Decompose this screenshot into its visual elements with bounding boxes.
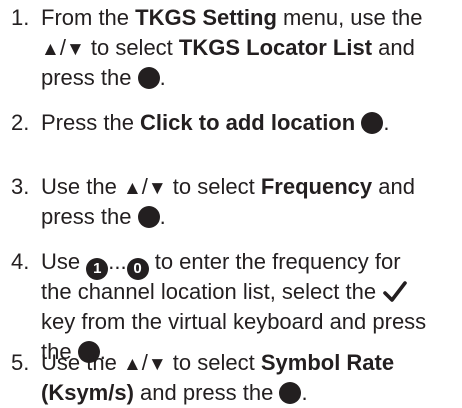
step-line: the channel location list, select the bbox=[41, 277, 456, 307]
down-arrow-icon: ▼ bbox=[147, 354, 167, 375]
step-line: Press the Click to add location . bbox=[41, 108, 456, 138]
text-run: and press the bbox=[133, 380, 280, 405]
checkmark-icon bbox=[383, 281, 408, 302]
step-line: Use the ▲/▼ to select Symbol Rate bbox=[41, 348, 456, 378]
text-run: Press the bbox=[41, 110, 141, 135]
text-run: the channel location list, select the bbox=[41, 279, 383, 304]
step-text: Use the ▲/▼ to select Frequency and press… bbox=[41, 172, 456, 232]
step-line: From the TKGS Setting menu, use the bbox=[41, 3, 456, 33]
bold-term: TKGS Locator List bbox=[178, 35, 373, 60]
up-arrow-icon: ▲ bbox=[41, 39, 60, 60]
text-run: From the bbox=[41, 5, 136, 30]
ok-button-icon bbox=[279, 382, 302, 404]
instruction-page: 1. From the TKGS Setting menu, use the ▲/▼… bbox=[0, 0, 462, 408]
step-line: ▲/▼ to select TKGS Locator List and bbox=[41, 33, 456, 63]
down-arrow-icon: ▼ bbox=[65, 39, 85, 60]
step-line: (Ksym/s) and press the . bbox=[41, 378, 456, 408]
step-line: press the . bbox=[41, 63, 456, 93]
text-run: Use the bbox=[41, 174, 123, 199]
text-run: . bbox=[159, 65, 166, 90]
up-arrow-icon: ▲ bbox=[122, 354, 142, 375]
text-run: press the bbox=[41, 204, 138, 229]
bold-term: TKGS Setting bbox=[135, 5, 277, 30]
text-run: and bbox=[372, 174, 415, 199]
step-number: 1. bbox=[11, 5, 30, 30]
text-run: press the bbox=[41, 65, 138, 90]
ok-button-icon bbox=[137, 67, 160, 89]
text-run: to select bbox=[166, 174, 261, 199]
text-run: ... bbox=[108, 249, 127, 274]
bold-term: Symbol Rate bbox=[260, 350, 395, 375]
text-run: Use the bbox=[41, 350, 123, 375]
text-run: key from the virtual keyboard and press bbox=[41, 309, 427, 334]
step-text: Press the Click to add location . bbox=[41, 108, 456, 138]
step-line: Use the ▲/▼ to select Frequency and bbox=[41, 172, 456, 202]
text-run: and bbox=[372, 35, 415, 60]
step-line: Use 1... 0 to enter the frequency for bbox=[41, 247, 456, 280]
bold-term: Click to add location bbox=[140, 110, 356, 135]
bold-term: (Ksym/s) bbox=[41, 380, 134, 405]
step-number: 4. bbox=[11, 249, 30, 274]
text-run: to select bbox=[166, 350, 261, 375]
text-run: Use bbox=[41, 249, 87, 274]
bold-term: Frequency bbox=[260, 174, 373, 199]
text-run: . bbox=[383, 110, 390, 135]
down-arrow-icon: ▼ bbox=[147, 178, 167, 199]
up-arrow-icon: ▲ bbox=[122, 178, 142, 199]
text-run: to select bbox=[84, 35, 179, 60]
step-text: Use the ▲/▼ to select Symbol Rate (Ksym/s… bbox=[41, 348, 456, 408]
text-run: to enter the frequency for bbox=[148, 249, 401, 274]
step-line: press the . bbox=[41, 202, 456, 232]
ok-button-icon bbox=[361, 112, 384, 134]
step-line: key from the virtual keyboard and press bbox=[41, 307, 456, 337]
text-run: . bbox=[159, 204, 166, 229]
ok-button-icon bbox=[137, 206, 160, 228]
text-run: . bbox=[301, 380, 308, 405]
text-run: menu, use the bbox=[276, 5, 423, 30]
step-text: From the TKGS Setting menu, use the ▲/▼ t… bbox=[41, 3, 456, 93]
step-number: 5. bbox=[11, 350, 30, 375]
step-number: 3. bbox=[11, 174, 30, 199]
step-number: 2. bbox=[11, 110, 30, 135]
